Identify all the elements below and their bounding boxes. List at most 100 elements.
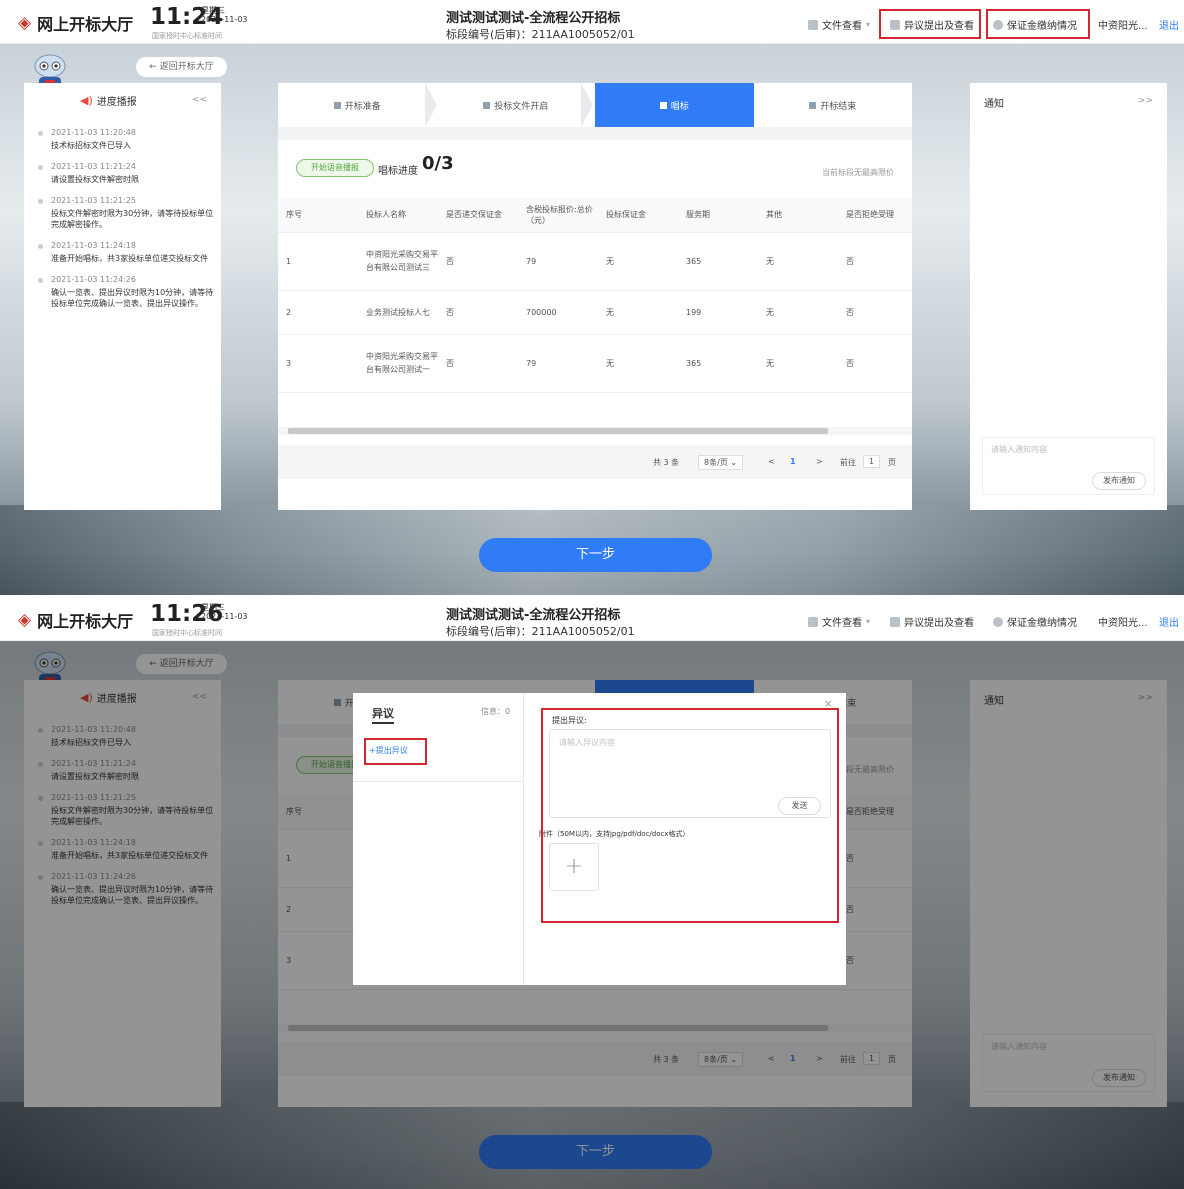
logout-label: 退出 bbox=[1159, 618, 1179, 629]
goto-input[interactable]: 1 bbox=[863, 455, 881, 468]
logout-label: 退出 bbox=[1159, 21, 1179, 32]
step-label: 开标结束 bbox=[820, 101, 857, 112]
table-cell: 无 bbox=[758, 232, 838, 291]
objection-sidebar: 异议 信息：0 +提出异议 bbox=[353, 693, 524, 985]
timeline-text: 准备开始唱标，共3家投标单位递交投标文件 bbox=[51, 254, 209, 263]
back-to-hall-button[interactable]: ← 返回开标大厅 bbox=[136, 57, 227, 77]
step-bid-reading[interactable]: 唱标 bbox=[595, 83, 754, 127]
table-header-row: 序号 投标人名称 是否递交保证金 含税投标报价:总价（元） 投标保证金 服务期 … bbox=[278, 198, 912, 233]
logout-link[interactable]: 退出 bbox=[1159, 17, 1179, 32]
timeline-item: 2021-11-03 11:21:25 投标文件解密时限为30分钟，请等待投标单位… bbox=[36, 196, 214, 230]
user-name: 中资阳光... bbox=[1098, 618, 1148, 629]
table-cell: 否 bbox=[838, 290, 912, 335]
timeline-time: 2021-11-03 11:20:48 bbox=[51, 128, 136, 137]
date: 2021-11-03 bbox=[201, 612, 248, 621]
prev-page-button[interactable]: < bbox=[768, 457, 775, 466]
highlight-box-form bbox=[541, 708, 839, 923]
progress-value: 0/3 bbox=[422, 153, 454, 174]
collapse-button[interactable]: << bbox=[192, 95, 207, 105]
step-label: 唱标 bbox=[670, 101, 689, 112]
timezone-note: 国家授时中心标准时间 bbox=[152, 629, 222, 637]
highlight-box-objection bbox=[879, 9, 981, 39]
table-cell: 无 bbox=[598, 290, 678, 335]
logo-diamond-icon: ◈ bbox=[18, 610, 32, 630]
logo[interactable]: ◈ 网上开标大厅 bbox=[18, 608, 133, 632]
expand-button[interactable]: >> bbox=[1138, 96, 1153, 106]
main-panel: 开标准备 投标文件开启 唱标 开标结束 开始语音播报 唱标进度 0/3 当前标段… bbox=[278, 83, 912, 510]
table-cell: 否 bbox=[838, 232, 912, 291]
goto-label: 前往 bbox=[840, 458, 856, 467]
scrollbar-thumb[interactable] bbox=[288, 428, 828, 434]
logo-diamond-icon: ◈ bbox=[18, 13, 32, 33]
notice-input[interactable]: 请输入通知内容 发布通知 bbox=[982, 437, 1155, 495]
step-separator bbox=[425, 83, 437, 127]
progress-label: 唱标进度 bbox=[378, 166, 418, 177]
user-menu[interactable]: 中资阳光... bbox=[1098, 614, 1148, 629]
step-icon bbox=[659, 101, 667, 109]
notice-panel: 通知 >> 请输入通知内容 发布通知 bbox=[970, 83, 1167, 510]
progress-timeline: 2021-11-03 11:20:48 技术标招标文件已导入 2021-11-03… bbox=[36, 128, 214, 320]
pagination: 共 3 条 8条/页 ⌄ < 1 > 前往 1 页 bbox=[278, 445, 912, 479]
highlight-box-deposit bbox=[986, 9, 1090, 39]
table-cell: 700000 bbox=[518, 290, 598, 335]
step-prepare[interactable]: 开标准备 bbox=[278, 83, 437, 127]
file-view-menu[interactable]: 文件查看 ▾ bbox=[808, 17, 870, 32]
table-cell: 365 bbox=[678, 334, 758, 393]
next-step-button[interactable]: 下一步 bbox=[479, 538, 712, 572]
notice-title: 通知 bbox=[984, 99, 1004, 110]
date: 2021-11-03 bbox=[201, 15, 248, 24]
timeline-item: 2021-11-03 11:24:26 确认一览表、提出异议时限为10分钟，请等待… bbox=[36, 275, 214, 309]
table-cell: 无 bbox=[598, 232, 678, 291]
section-number: 标段编号(后审)：211AA1005052/01 bbox=[446, 625, 635, 638]
chat-icon bbox=[890, 616, 900, 627]
table-cell: 1 bbox=[278, 232, 358, 291]
page-suffix: 页 bbox=[888, 458, 896, 467]
document-icon bbox=[808, 19, 818, 30]
col-deposit-submitted: 是否递交保证金 bbox=[438, 198, 518, 233]
timeline-item: 2021-11-03 11:24:18 准备开始唱标，共3家投标单位递交投标文件 bbox=[36, 241, 214, 264]
document-icon bbox=[808, 616, 818, 627]
user-name: 中资阳光... bbox=[1098, 21, 1148, 32]
table-cell: 无 bbox=[758, 334, 838, 393]
info-count: 信息：0 bbox=[481, 707, 511, 716]
page-size-select[interactable]: 8条/页 ⌄ bbox=[698, 455, 744, 470]
table-cell: 业务测试投标人七 bbox=[358, 290, 438, 335]
step-bar: 开标准备 投标文件开启 唱标 开标结束 bbox=[278, 83, 912, 127]
next-page-button[interactable]: > bbox=[816, 457, 823, 466]
top-header: ◈ 网上开标大厅 11:26 星期三 2021-11-03 国家授时中心标准时间… bbox=[0, 597, 1184, 641]
deposit-button[interactable]: 保证金缴纳情况 bbox=[993, 614, 1077, 629]
notice-placeholder: 请输入通知内容 bbox=[991, 445, 1047, 454]
voice-broadcast-button[interactable]: 开始语音播报 bbox=[296, 159, 374, 177]
table-cell: 否 bbox=[438, 334, 518, 393]
objection-button[interactable]: 异议提出及查看 bbox=[890, 614, 974, 629]
section-number: 标段编号(后审)：211AA1005052/01 bbox=[446, 28, 635, 41]
file-view-menu[interactable]: 文件查看 ▾ bbox=[808, 614, 870, 629]
chevron-down-icon: ▾ bbox=[866, 617, 871, 626]
timeline-time: 2021-11-03 11:21:25 bbox=[51, 196, 136, 205]
page-title: 测试测试测试-全流程公开招标 bbox=[446, 11, 621, 26]
timezone-note: 国家授时中心标准时间 bbox=[152, 32, 222, 40]
shield-icon bbox=[993, 616, 1003, 627]
chevron-down-icon: ▾ bbox=[866, 20, 871, 29]
user-menu[interactable]: 中资阳光... bbox=[1098, 17, 1148, 32]
objection-dialog: 异议 信息：0 +提出异议 × 提出异议: 请输入异议内容 发送 附件（50M以… bbox=[353, 693, 846, 985]
step-end[interactable]: 开标结束 bbox=[754, 83, 913, 127]
page-number[interactable]: 1 bbox=[790, 457, 796, 466]
timeline-item: 2021-11-03 11:20:48 技术标招标文件已导入 bbox=[36, 128, 214, 151]
logout-link[interactable]: 退出 bbox=[1159, 614, 1179, 629]
bid-table: 序号 投标人名称 是否递交保证金 含税投标报价:总价（元） 投标保证金 服务期 … bbox=[278, 198, 912, 393]
table-cell: 79 bbox=[518, 232, 598, 291]
publish-notice-button[interactable]: 发布通知 bbox=[1092, 472, 1146, 490]
file-view-label: 文件查看 bbox=[822, 618, 862, 629]
horizontal-scrollbar[interactable] bbox=[278, 427, 912, 435]
step-open-files[interactable]: 投标文件开启 bbox=[437, 83, 596, 127]
timeline-text: 确认一览表、提出异议时限为10分钟，请等待投标单位完成确认一览表、提出异议操作。 bbox=[51, 288, 214, 308]
table-cell: 2 bbox=[278, 290, 358, 335]
table-row: 3中资阳光采购交易平台有限公司测试一否79无365无否 bbox=[278, 334, 912, 393]
step-icon bbox=[809, 101, 817, 109]
logo[interactable]: ◈ 网上开标大厅 bbox=[18, 11, 133, 35]
col-other: 其他 bbox=[758, 198, 838, 233]
step-icon bbox=[333, 101, 341, 109]
timeline-text: 请设置投标文件解密时限 bbox=[51, 175, 139, 184]
col-index: 序号 bbox=[278, 198, 358, 233]
